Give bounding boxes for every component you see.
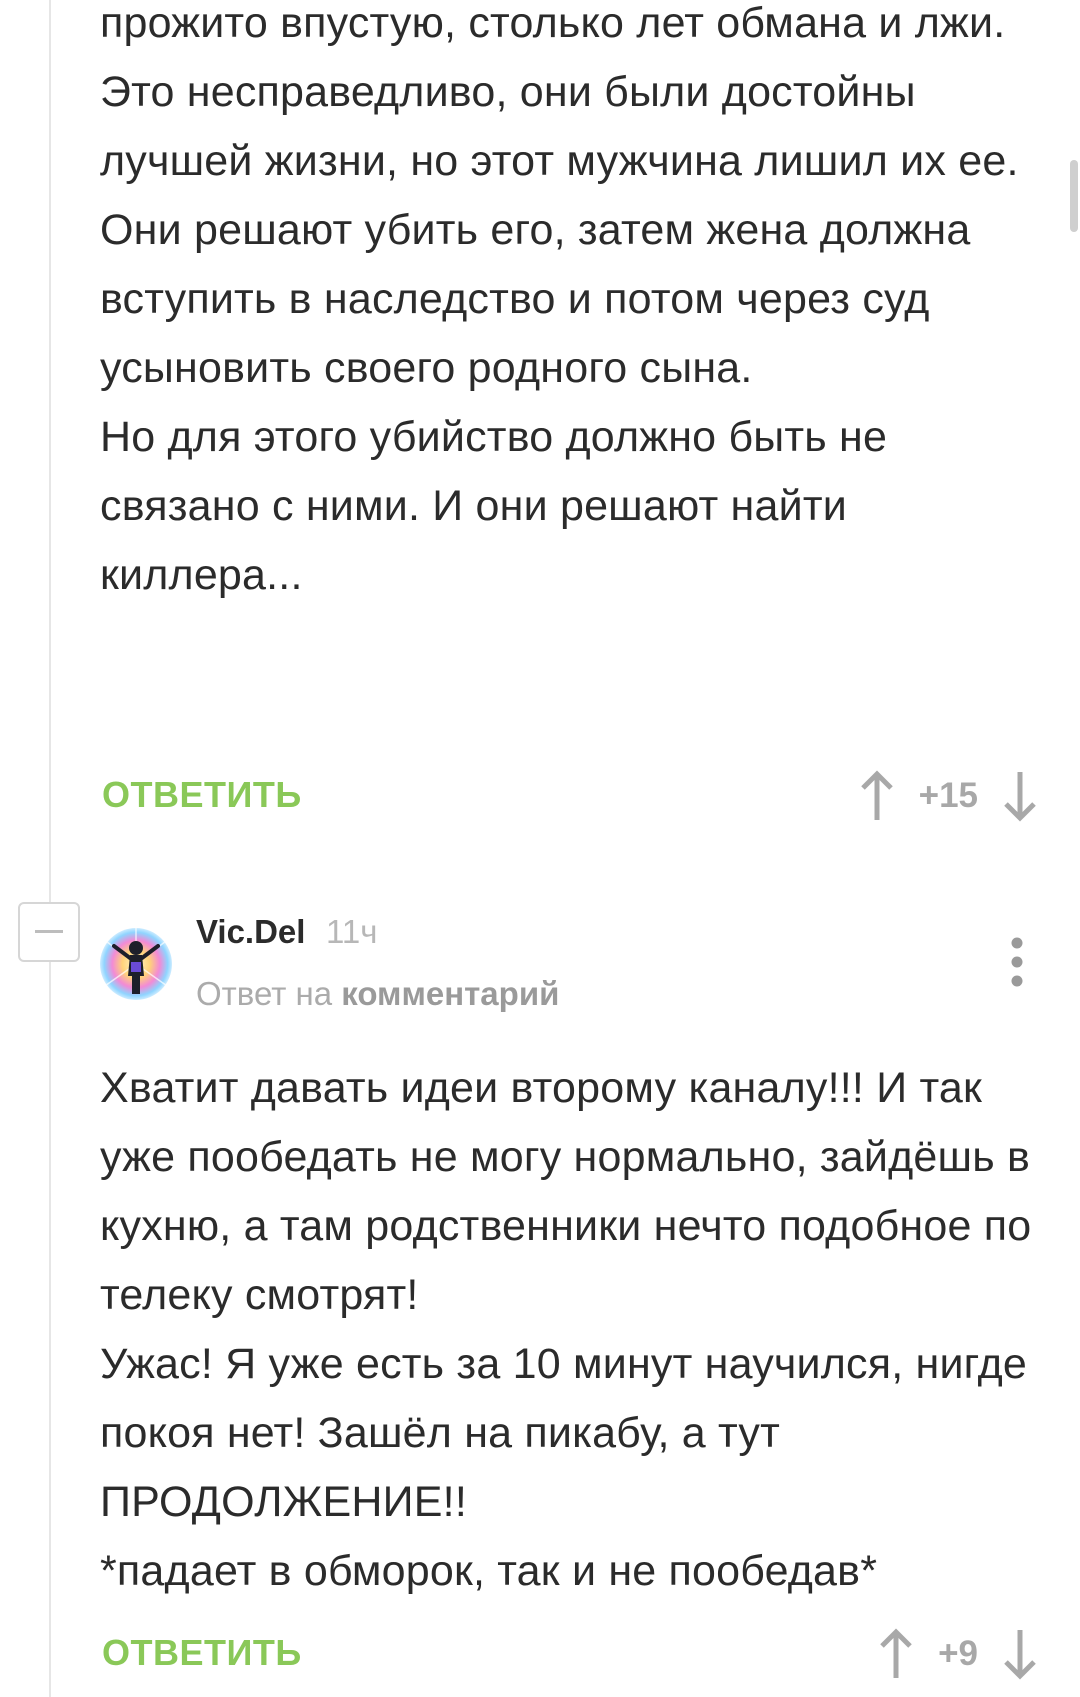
minus-icon <box>35 930 63 933</box>
comment-body: прожито впустую, столько лет обмана и лж… <box>100 0 1035 610</box>
arrow-up-icon[interactable] <box>876 1626 916 1682</box>
arrow-down-icon[interactable] <box>1000 768 1040 824</box>
avatar[interactable] <box>100 928 172 1000</box>
more-vertical-icon[interactable] <box>1000 934 1034 990</box>
comment-paragraph: Хватит давать идеи второму каналу!!! И т… <box>100 1064 1032 1319</box>
comment-paragraph: *падает в обморок, так и не пообедав* <box>100 1547 878 1595</box>
reply-prefix: Ответ на <box>196 975 333 1012</box>
reply-parent-link[interactable]: комментарий <box>341 975 559 1012</box>
comment-body: Хватит давать идеи второму каналу!!! И т… <box>100 1054 1035 1606</box>
vote-group: +9 <box>876 1624 1040 1684</box>
comment-actions: ОТВЕТИТЬ +9 <box>100 1624 1040 1684</box>
rating-value: +15 <box>918 776 978 815</box>
comment-actions: ОТВЕТИТЬ +15 <box>100 766 1040 826</box>
comment-paragraph: Ужас! Я уже есть за 10 минут научился, н… <box>100 1340 1028 1526</box>
thread-line <box>49 0 51 1697</box>
username[interactable]: Vic.Del <box>196 913 305 951</box>
comment-paragraph: Это несправедливо, они были достойны луч… <box>100 68 1019 392</box>
vote-group: +15 <box>857 766 1040 826</box>
arrow-down-icon[interactable] <box>1000 1626 1040 1682</box>
reply-button[interactable]: ОТВЕТИТЬ <box>102 774 302 816</box>
comment-paragraph: прожито впустую, столько лет обмана и лж… <box>100 0 1006 47</box>
timestamp: 11ч <box>326 913 378 950</box>
rating-value: +9 <box>938 1634 978 1673</box>
scrollbar[interactable] <box>1070 160 1078 232</box>
comment-paragraph: Но для этого убийство должно быть не свя… <box>100 413 888 599</box>
collapse-button[interactable] <box>18 902 80 962</box>
arrow-up-icon[interactable] <box>857 768 897 824</box>
reply-button[interactable]: ОТВЕТИТЬ <box>102 1632 302 1674</box>
reply-to-info: Ответ на комментарий <box>196 975 559 1013</box>
